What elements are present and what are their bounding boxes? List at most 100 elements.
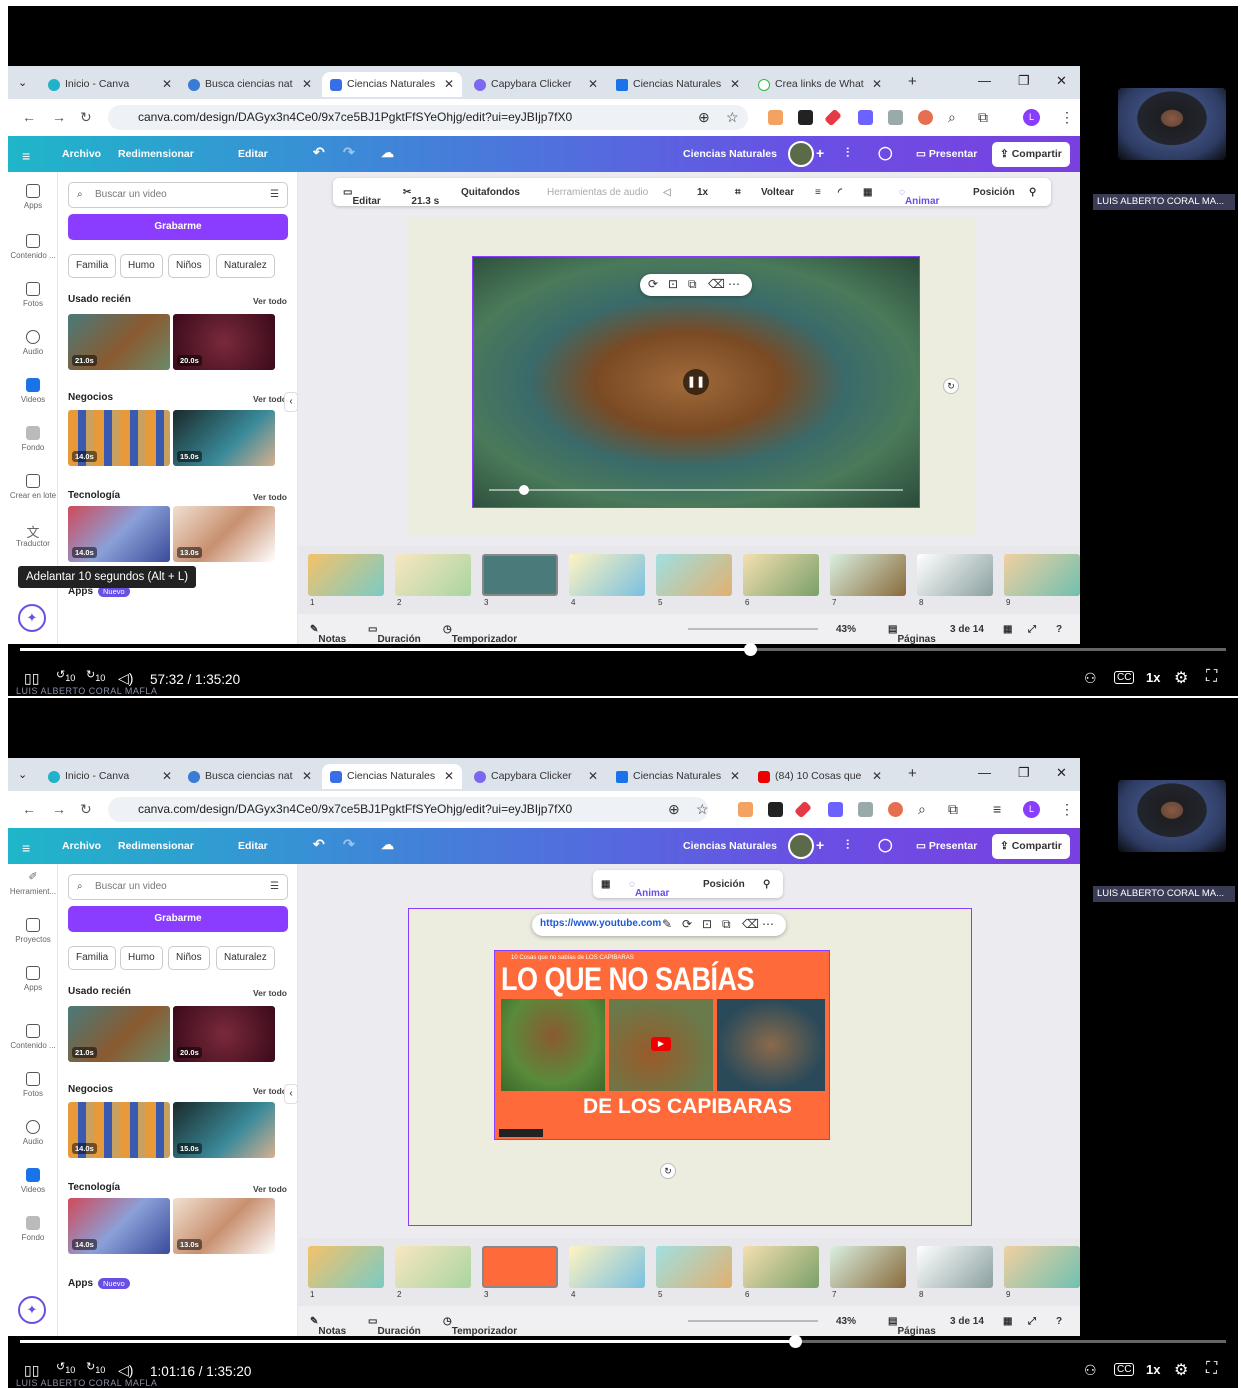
record-button[interactable]: Grabarme — [68, 906, 288, 932]
chip-humo[interactable]: Humo — [120, 254, 163, 278]
file-menu[interactable]: Archivo — [62, 148, 101, 160]
rail-videos[interactable]: Videos — [8, 378, 58, 404]
close-icon[interactable]: ✕ — [162, 72, 172, 97]
position-button[interactable]: Posición — [973, 187, 1015, 198]
page-thumb[interactable] — [569, 1246, 645, 1288]
page-thumb[interactable] — [656, 554, 732, 596]
see-all-link[interactable]: Ver todo — [253, 492, 287, 502]
collapse-panel-button[interactable]: ‹ — [284, 392, 298, 412]
speed-button[interactable]: 1x — [1146, 670, 1160, 685]
comment-icon[interactable]: ◯ — [878, 145, 893, 161]
record-button[interactable]: Grabarme — [68, 214, 288, 240]
add-collaborator-icon[interactable]: + — [816, 145, 824, 161]
animate-button[interactable]: ◌ Animar — [629, 879, 669, 899]
chip-familia[interactable]: Familia — [68, 946, 117, 970]
rail-photos[interactable]: Fotos — [8, 1072, 58, 1098]
extension-icon[interactable] — [768, 110, 783, 125]
youtube-play-icon[interactable]: ▶ — [651, 1037, 671, 1051]
page-thumb[interactable] — [308, 554, 384, 596]
cloud-sync-icon[interactable]: ☁ — [381, 837, 394, 853]
reading-list-icon[interactable]: ≡ — [993, 801, 1001, 817]
extension-icon[interactable] — [858, 110, 873, 125]
settings-icon[interactable]: ⚙ — [1174, 668, 1188, 688]
trash-icon[interactable]: ⌫ — [742, 917, 759, 931]
chip-ninos[interactable]: Niños — [168, 946, 210, 970]
forward-10-icon[interactable]: ↻10 — [86, 668, 105, 683]
player-seekbar[interactable] — [20, 1335, 1226, 1348]
paint-format-icon[interactable]: ⚲ — [1029, 187, 1036, 198]
tab-busca[interactable]: Busca ciencias nat ✕ — [180, 72, 320, 97]
tab-youtube[interactable]: (84) 10 Cosas que ✕ — [750, 764, 890, 789]
tab-search-icon[interactable]: ⌄ — [18, 76, 27, 89]
audio-track-icon[interactable]: ⚇ — [1084, 670, 1097, 687]
rail-background[interactable]: Fondo — [8, 1216, 58, 1242]
collaborator-avatar[interactable] — [788, 833, 814, 859]
close-window-button[interactable]: ✕ — [1056, 765, 1067, 781]
resize-menu[interactable]: Redimensionar — [118, 148, 194, 160]
video-thumb[interactable]: 20.0s — [173, 1006, 275, 1062]
back-button[interactable]: ← — [22, 801, 36, 817]
crop-icon[interactable]: ⌗ — [735, 187, 741, 198]
edit-video-button[interactable]: ▭ Editar — [343, 187, 381, 207]
url-field[interactable]: canva.com/design/DAGyx3n4Ce0/9x7ce5BJ1Pg… — [108, 105, 748, 130]
add-collaborator-icon[interactable]: + — [816, 837, 824, 853]
video-thumb[interactable]: 20.0s — [173, 314, 275, 370]
extension-icon[interactable] — [888, 110, 903, 125]
volume-icon[interactable]: ◁ — [663, 187, 671, 198]
speed-button[interactable]: 1x — [1146, 1362, 1160, 1377]
avatar[interactable]: L — [1023, 801, 1040, 818]
share-button[interactable]: ⇪ Compartir — [992, 142, 1070, 167]
see-all-link[interactable]: Ver todo — [253, 1086, 287, 1096]
see-all-link[interactable]: Ver todo — [253, 1184, 287, 1194]
page-thumb[interactable] — [830, 1246, 906, 1288]
video-thumb[interactable]: 14.0s — [68, 1102, 170, 1158]
tab-ciencias-active[interactable]: Ciencias Naturales ✕ — [322, 72, 462, 97]
page-thumb[interactable] — [917, 554, 993, 596]
page-thumb[interactable] — [569, 554, 645, 596]
extension-icon[interactable] — [828, 802, 843, 817]
chip-familia[interactable]: Familia — [68, 254, 117, 278]
design-title[interactable]: Ciencias Naturales — [683, 840, 777, 852]
rail-content[interactable]: Contenido ... — [8, 1024, 58, 1050]
page-thumb[interactable] — [743, 554, 819, 596]
video-thumb[interactable]: 21.0s — [68, 314, 170, 370]
redo-icon[interactable]: ↷ — [343, 144, 355, 161]
settings-icon[interactable]: ⚙ — [1174, 1360, 1188, 1380]
design-title[interactable]: Ciencias Naturales — [683, 148, 777, 160]
rail-bulk[interactable]: Crear en lote — [8, 474, 58, 500]
restore-button[interactable]: ❐ — [1018, 765, 1030, 781]
lock-icon[interactable]: ⊡ — [668, 277, 678, 291]
page-thumb[interactable] — [395, 1246, 471, 1288]
collapse-panel-button[interactable]: ‹ — [284, 1084, 298, 1104]
audio-track-icon[interactable]: ⚇ — [1084, 1362, 1097, 1379]
volume-icon[interactable]: ◁) — [118, 1362, 133, 1379]
scrubber-handle[interactable] — [519, 485, 529, 495]
analytics-icon[interactable]: ⫶ — [846, 145, 849, 161]
star-icon[interactable]: ☆ — [696, 801, 709, 818]
edit-menu[interactable]: Editar — [238, 840, 268, 852]
chip-humo[interactable]: Humo — [120, 946, 163, 970]
close-icon[interactable]: ✕ — [302, 764, 312, 789]
page-thumb-current[interactable] — [482, 1246, 558, 1288]
puzzle-icon[interactable]: ⧉ — [978, 109, 988, 126]
rail-translate[interactable]: 文 Traductor — [8, 522, 58, 548]
search-icon[interactable]: ⌕ — [948, 109, 956, 126]
rotate-icon[interactable]: ↻ — [943, 378, 959, 394]
hamburger-icon[interactable]: ≡ — [22, 148, 30, 164]
chip-naturaleza[interactable]: Naturalez — [216, 946, 275, 970]
restore-button[interactable]: ❐ — [1018, 73, 1030, 89]
rail-tools[interactable]: ✐ Herramient... — [8, 870, 58, 896]
close-icon[interactable]: ✕ — [588, 764, 598, 789]
page-thumb-current[interactable] — [482, 554, 558, 596]
page-thumb[interactable] — [395, 554, 471, 596]
reload-button[interactable]: ↻ — [80, 109, 92, 126]
more-icon[interactable]: ⋯ — [762, 917, 774, 931]
avatar[interactable]: L — [1023, 109, 1040, 126]
present-button[interactable]: ▭ Presentar — [908, 834, 985, 859]
seek-handle[interactable] — [743, 643, 757, 656]
duplicate-icon[interactable]: ⧉ — [722, 917, 731, 932]
rail-audio[interactable]: Audio — [8, 1120, 58, 1146]
tab-whatsapp[interactable]: Crea links de What ✕ — [750, 72, 890, 97]
extension-icon[interactable] — [824, 108, 842, 127]
border-style-icon[interactable]: ≡ — [815, 187, 821, 198]
